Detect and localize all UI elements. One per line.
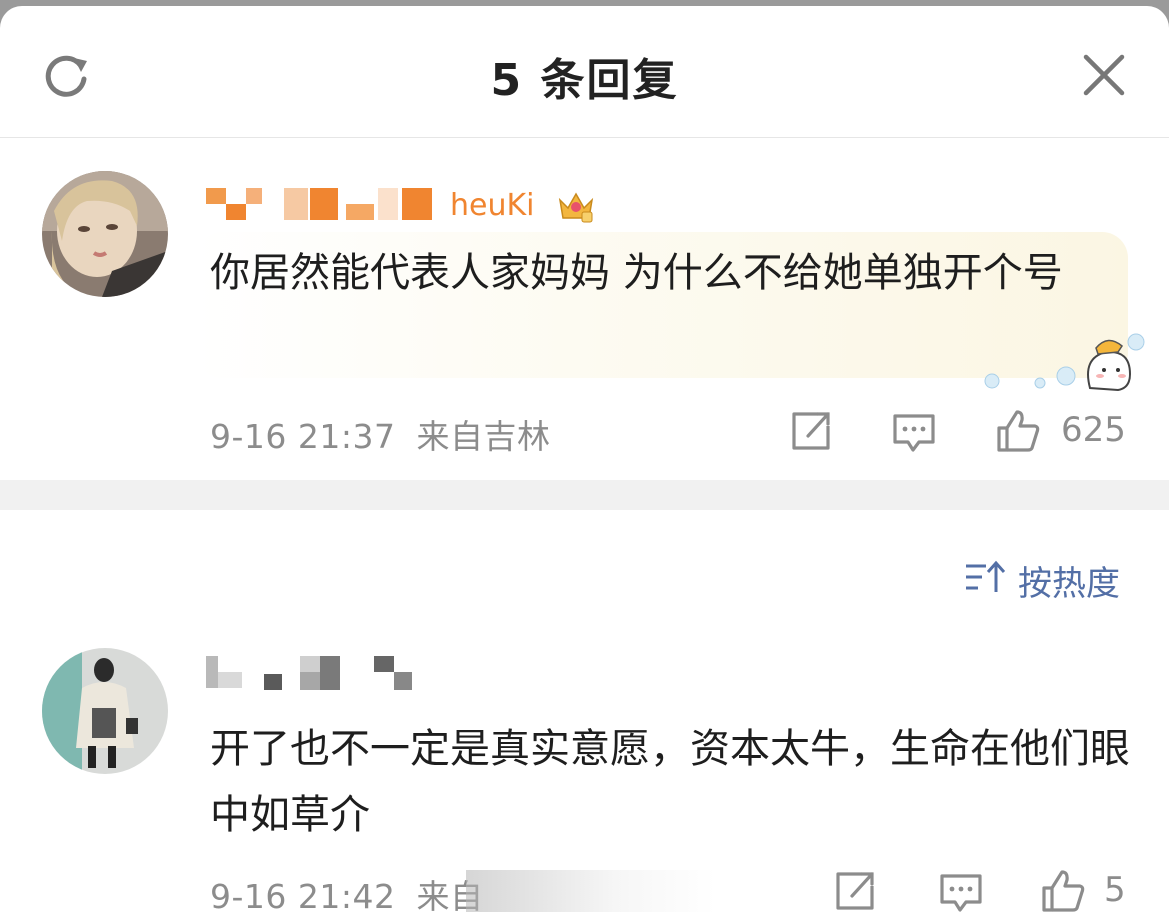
share-icon[interactable]	[788, 408, 834, 454]
sheet-header: 5 条回复	[0, 6, 1169, 138]
reply-avatar[interactable]	[42, 648, 168, 774]
avatar[interactable]	[42, 171, 168, 297]
watermark	[466, 870, 716, 912]
reply-timestamp: 9-16 21:42	[210, 877, 396, 916]
username-fragment: heuKi	[450, 188, 535, 223]
like-count: 625	[1061, 410, 1126, 450]
comment-text: 你居然能代表人家妈妈 为什么不给她单独开个号	[210, 250, 1063, 296]
reply-meta: 9-16 21:42 来自	[210, 870, 484, 918]
close-icon[interactable]	[1080, 51, 1128, 99]
reply-like-icon[interactable]	[1040, 868, 1086, 914]
sort-icon	[964, 560, 1008, 596]
reply-sheet: 5 条回复 heuKi 你居然能代表人家妈妈 为什么不给她单独开个号 9-16 …	[0, 6, 1169, 919]
reply-text: 开了也不一定是真实意愿，资本太牛，生命在他们眼中如草介	[210, 726, 1130, 838]
section-divider	[0, 480, 1169, 510]
cartoon-sticker-icon	[980, 326, 1150, 396]
sort-label: 按热度	[1018, 564, 1120, 604]
reply-comment-icon[interactable]	[938, 870, 984, 916]
reply-share-icon[interactable]	[832, 868, 878, 914]
location: 来自吉林	[416, 417, 551, 456]
timestamp: 9-16 21:37	[210, 417, 396, 456]
reply-username[interactable]	[206, 656, 426, 696]
comment-icon[interactable]	[891, 410, 937, 456]
like-icon[interactable]	[995, 408, 1041, 454]
page-title: 5 条回复	[490, 55, 679, 106]
reply-like-count: 5	[1104, 870, 1126, 910]
username[interactable]: heuKi	[206, 188, 606, 228]
comment-meta: 9-16 21:37 来自吉林	[210, 410, 551, 458]
crown-badge-icon	[556, 188, 596, 224]
